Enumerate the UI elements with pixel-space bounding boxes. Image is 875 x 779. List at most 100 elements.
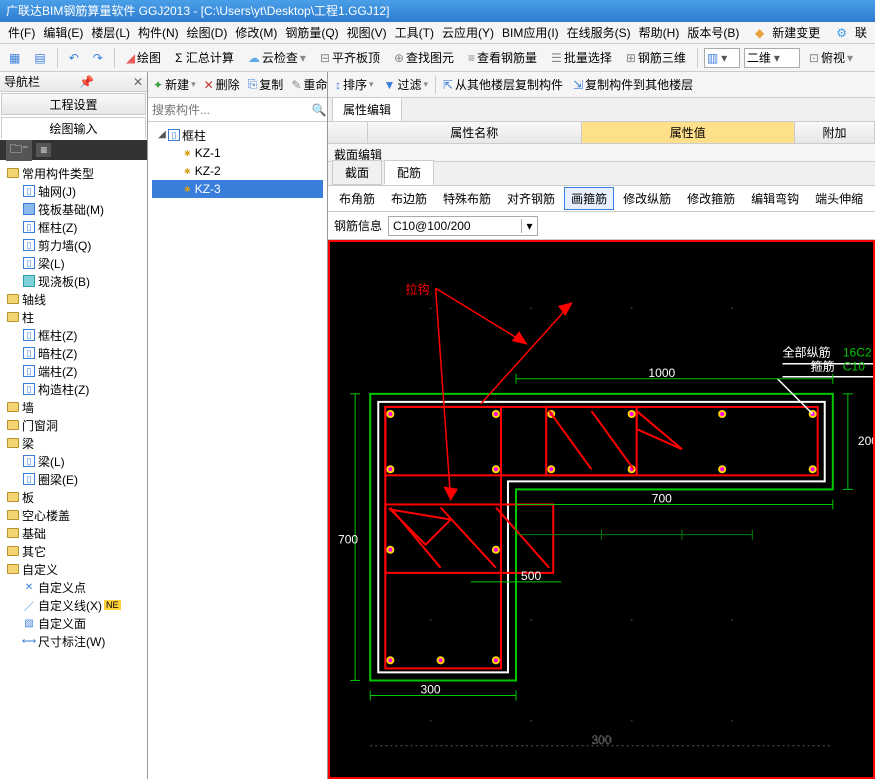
tab-section[interactable]: 截面 [332, 160, 382, 185]
copy-to-floor-button[interactable]: ⇲复制构件到其他楼层 [570, 75, 696, 94]
tree-item[interactable]: ▨自定义面 [0, 614, 147, 632]
toolbar-view-rebar[interactable]: ≡查看钢筋量 [463, 46, 542, 69]
menu-tool[interactable]: 工具(T) [391, 24, 438, 41]
tree-item[interactable]: ▯剪力墙(Q) [0, 236, 147, 254]
menu-component[interactable]: 构件(N) [134, 24, 183, 41]
tree-item[interactable]: ▯端柱(Z) [0, 362, 147, 380]
rebar-tool-4[interactable]: 画箍筋 [564, 187, 614, 210]
component-item[interactable]: ✱KZ-3 [152, 180, 323, 198]
title-bar: 广联达BIM钢筋算量软件 GGJ2013 - [C:\Users\yt\Desk… [0, 0, 875, 22]
toolbar-align-slab[interactable]: ⊟平齐板顶 [315, 46, 385, 69]
section-canvas[interactable]: 1000 200 700 700 500 300 拉钩 全部纵筋 箍筋 16C2… [328, 240, 875, 779]
search-box: 🔍 [148, 98, 327, 122]
nav-panel: 导航栏 📌 ✕ 工程设置 绘图输入 🗀⁻ ≡ 常用构件类型▯轴网(J)筏板基础(… [0, 72, 148, 779]
rebar-info-field[interactable]: C10@100/200 ▾ [388, 216, 538, 236]
tree-item[interactable]: 基础 [0, 524, 147, 542]
tab-project-setting[interactable]: 工程设置 [1, 93, 146, 115]
tree-item[interactable]: ▯梁(L) [0, 254, 147, 272]
menu-edit[interactable]: 编辑(E) [39, 24, 87, 41]
tab-draw-input[interactable]: 绘图输入 [1, 117, 146, 139]
component-item[interactable]: ✱KZ-2 [152, 162, 323, 180]
tree-item[interactable]: ▯圈梁(E) [0, 470, 147, 488]
menu-bim[interactable]: BIM应用(I) [498, 24, 563, 41]
toolbar-icon-redo[interactable]: ↷ [88, 48, 108, 68]
tree-item[interactable]: ▯梁(L) [0, 452, 147, 470]
tree-item[interactable]: 墙 [0, 398, 147, 416]
tree-item[interactable]: 梁 [0, 434, 147, 452]
tree-item[interactable]: 筏板基础(M) [0, 200, 147, 218]
toolbar-top-view[interactable]: ⊡俯视▾ [804, 46, 858, 69]
view-mode-combo[interactable]: 二维▾ [744, 48, 800, 68]
tree-item[interactable]: ▯轴网(J) [0, 182, 147, 200]
copy-from-floor-button[interactable]: ⇱从其他楼层复制构件 [440, 75, 566, 94]
rebar-tool-8[interactable]: 端头伸缩 [808, 187, 870, 210]
toolbar-draw[interactable]: ◢绘图 [121, 46, 166, 69]
toolbar-icon-1[interactable]: ▦ [4, 48, 25, 68]
tree-root[interactable]: ◢ ▯ 框柱 [152, 126, 323, 144]
new-change-button[interactable]: 新建变更 [768, 24, 824, 41]
tree-item[interactable]: 空心楼盖 [0, 506, 147, 524]
tree-item[interactable]: ／自定义线(X)NE [0, 596, 147, 614]
tree-item[interactable]: ✕自定义点 [0, 578, 147, 596]
rebar-tool-0[interactable]: 布角筋 [332, 187, 382, 210]
tree-item[interactable]: 柱 [0, 308, 147, 326]
col-extra: 附加 [795, 122, 875, 143]
toolbar-find[interactable]: ⊕查找图元 [389, 46, 459, 69]
rename-button[interactable]: ✎重命名 [288, 75, 327, 94]
menu-floor[interactable]: 楼层(L) [87, 24, 134, 41]
search-icon[interactable]: 🔍 [311, 103, 327, 117]
tab-rebar[interactable]: 配筋 [384, 160, 434, 185]
tree-item[interactable]: ▯构造柱(Z) [0, 380, 147, 398]
view-mode-icon2[interactable]: ≡ [36, 143, 51, 157]
tree-item[interactable]: 现浇板(B) [0, 272, 147, 290]
new-button[interactable]: ✦新建▾ [150, 75, 199, 94]
menu-view[interactable]: 视图(V) [343, 24, 391, 41]
link-button[interactable]: 联 [851, 24, 871, 41]
search-input[interactable] [148, 99, 311, 121]
menu-modify[interactable]: 修改(M) [231, 24, 281, 41]
tree-item[interactable]: 常用构件类型 [0, 164, 147, 182]
svg-text:箍筋: 箍筋 [811, 359, 835, 374]
component-tree[interactable]: ◢ ▯ 框柱 ✱KZ-1✱KZ-2✱KZ-3 [148, 122, 327, 779]
tree-item[interactable]: 自定义 [0, 560, 147, 578]
toolbar-rebar-3d[interactable]: ⊞钢筋三维 [621, 46, 691, 69]
toolbar-batch-select[interactable]: ☰批量选择 [546, 46, 617, 69]
close-icon[interactable]: ✕ [133, 75, 143, 89]
toolbar-icon-combo[interactable]: ▥▾ [704, 48, 740, 68]
property-edit-tab[interactable]: 属性编辑 [332, 97, 402, 121]
rebar-tool-2[interactable]: 特殊布筋 [436, 187, 498, 210]
menu-rebar[interactable]: 钢筋量(Q) [281, 24, 342, 41]
new-change-icon: ◆ [751, 26, 768, 40]
toolbar-sum[interactable]: Σ 汇总计算 [170, 46, 239, 69]
menu-cloud[interactable]: 云应用(Y) [438, 24, 498, 41]
menu-help[interactable]: 帮助(H) [635, 24, 684, 41]
rebar-tool-3[interactable]: 对齐钢筋 [500, 187, 562, 210]
component-item[interactable]: ✱KZ-1 [152, 144, 323, 162]
rebar-tool-5[interactable]: 修改纵筋 [616, 187, 678, 210]
tree-item[interactable]: 门窗洞 [0, 416, 147, 434]
toolbar-cloud-check[interactable]: ☁云检查▾ [243, 46, 311, 69]
toolbar-icon-2[interactable]: ▤ [29, 48, 50, 68]
view-mode-icon[interactable]: 🗀⁻ [6, 140, 32, 161]
copy-button[interactable]: ⎘复制 [245, 75, 287, 94]
rebar-tool-1[interactable]: 布边筋 [384, 187, 434, 210]
tree-item[interactable]: 板 [0, 488, 147, 506]
menu-draw[interactable]: 绘图(D) [183, 24, 232, 41]
sort-button[interactable]: ↕排序▾ [332, 75, 377, 94]
menu-online[interactable]: 在线服务(S) [563, 24, 635, 41]
tree-item[interactable]: ▯框柱(Z) [0, 218, 147, 236]
delete-button[interactable]: ✕删除 [201, 75, 243, 94]
tree-item[interactable]: ▯框柱(Z) [0, 326, 147, 344]
menu-version[interactable]: 版本号(B) [683, 24, 743, 41]
toolbar-icon-undo[interactable]: ↶ [64, 48, 84, 68]
rebar-tool-7[interactable]: 编辑弯钩 [744, 187, 806, 210]
rebar-tool-6[interactable]: 修改箍筋 [680, 187, 742, 210]
tree-item[interactable]: ⟷尺寸标注(W) [0, 632, 147, 650]
filter-button[interactable]: ▼过滤▾ [381, 75, 431, 94]
menu-file[interactable]: 件(F) [4, 24, 39, 41]
nav-tree[interactable]: 常用构件类型▯轴网(J)筏板基础(M)▯框柱(Z)▯剪力墙(Q)▯梁(L)现浇板… [0, 160, 147, 779]
tree-item[interactable]: 其它 [0, 542, 147, 560]
tree-item[interactable]: 轴线 [0, 290, 147, 308]
tree-item[interactable]: ▯暗柱(Z) [0, 344, 147, 362]
pin-icon[interactable]: 📌 [79, 75, 94, 89]
